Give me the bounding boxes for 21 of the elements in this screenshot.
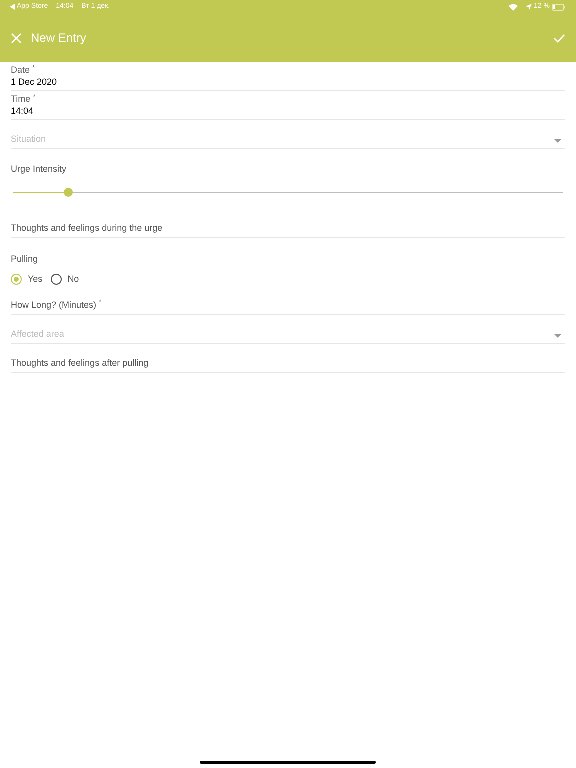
- check-icon: [554, 34, 565, 42]
- field-label: Pulling: [11, 253, 40, 265]
- radio-option[interactable]: Yes: [11, 272, 43, 286]
- save-button[interactable]: [554, 34, 565, 42]
- wifi-icon: [509, 4, 518, 10]
- field-label: Urge Intensity: [11, 163, 68, 175]
- dropdown-arrow-icon: [554, 334, 562, 338]
- close-icon: [11, 32, 22, 44]
- radio-option[interactable]: No: [50, 272, 80, 286]
- battery-icon: [552, 4, 566, 10]
- slider-thumb[interactable]: [64, 188, 73, 197]
- header-title: New Entry: [31, 30, 86, 47]
- input-field[interactable]: Thoughts and feelings during the urge: [11, 217, 565, 238]
- close-button[interactable]: [11, 32, 22, 44]
- location-icon: [526, 4, 532, 10]
- input-field[interactable]: How Long? (Minutes) $^{*}$: [11, 294, 565, 315]
- input-field[interactable]: Thoughts and feelings after pulling: [11, 352, 565, 373]
- input-field[interactable]: Time $^{*}$ 14:04: [11, 91, 565, 120]
- back-arrow-icon: [10, 4, 15, 10]
- dropdown-arrow-icon: [554, 139, 562, 143]
- input-field[interactable]: Date $^{*}$ 1 Dec 2020: [11, 62, 565, 91]
